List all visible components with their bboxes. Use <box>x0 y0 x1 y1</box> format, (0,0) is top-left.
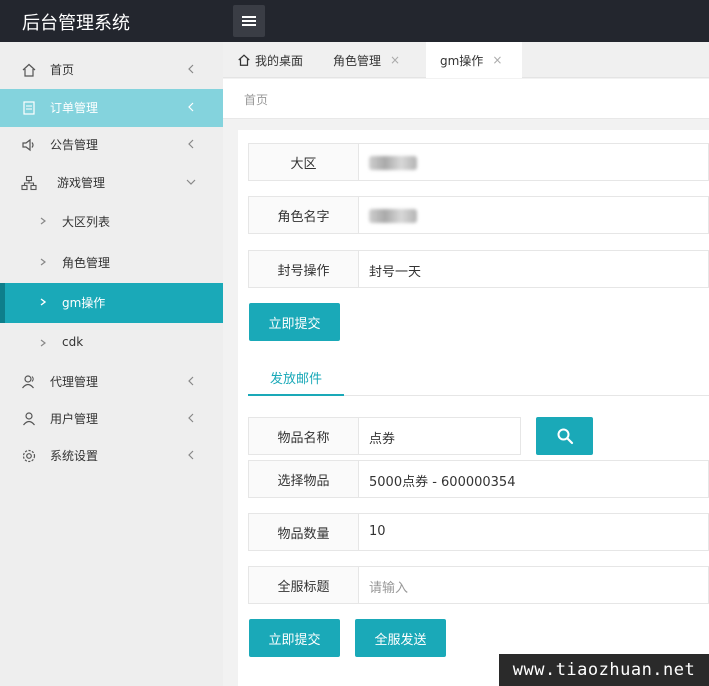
sidebar-item-home[interactable]: 首页 <box>0 51 223 89</box>
sidebar-item-label: 大区列表 <box>62 215 111 229</box>
speaker-icon <box>22 138 34 152</box>
sidebar-item-announcements[interactable]: 公告管理 <box>0 126 223 164</box>
chevron-right-icon <box>40 298 47 306</box>
server-title-field[interactable]: 全服标题 请输入 <box>248 566 709 604</box>
sitemap-icon <box>21 175 37 191</box>
search-icon <box>557 428 573 445</box>
home-icon <box>22 63 36 77</box>
field-placeholder: 请输入 <box>369 581 409 596</box>
region-field[interactable]: 大区 <box>248 143 709 181</box>
sidebar-item-orders[interactable]: 订单管理 <box>0 89 223 127</box>
users-icon <box>22 375 34 389</box>
hamburger-icon <box>242 16 256 26</box>
chevron-left-icon <box>188 102 194 112</box>
ban-operation-field[interactable]: 封号操作 封号一天 <box>248 250 709 288</box>
tab-send-mail[interactable]: 发放邮件 <box>248 360 344 396</box>
tab-label: gm操作 <box>440 53 484 68</box>
field-label: 物品名称 <box>249 418 359 454</box>
sidebar-item-label: 订单管理 <box>50 101 99 115</box>
tab-label: 我的桌面 <box>255 53 304 68</box>
watermark: www.tiaozhuan.net <box>499 654 709 686</box>
field-label: 物品数量 <box>249 514 359 550</box>
tab-my-desktop[interactable]: 我的桌面 <box>237 42 303 78</box>
sidebar-item-label: 代理管理 <box>50 375 99 389</box>
sidebar-item-agents[interactable]: 代理管理 <box>0 363 223 401</box>
role-name-field[interactable]: 角色名字 <box>248 196 709 234</box>
menu-toggle-button[interactable] <box>233 5 265 37</box>
sidebar-item-gm-operation[interactable]: gm操作 <box>0 283 223 323</box>
sidebar: 首页 订单管理 公告管理 游戏管理 大区列表 角色管理 gm操作 cdk 代理管… <box>0 42 223 686</box>
chevron-down-icon <box>186 179 196 185</box>
breadcrumb: 首页 <box>223 79 709 119</box>
tab-role-management[interactable]: 角色管理 × <box>333 42 400 78</box>
sidebar-item-game-management[interactable]: 游戏管理 <box>0 164 223 202</box>
chevron-left-icon <box>188 139 194 149</box>
close-icon[interactable]: × <box>390 53 400 67</box>
sidebar-item-role-management[interactable]: 角色管理 <box>0 244 223 282</box>
field-label: 封号操作 <box>249 251 359 287</box>
field-label: 角色名字 <box>249 197 359 233</box>
sidebar-item-cdk[interactable]: cdk <box>0 325 223 363</box>
top-header: 后台管理系统 <box>0 0 709 42</box>
item-name-field[interactable]: 物品名称 点券 <box>248 417 521 455</box>
redacted-value <box>369 156 417 170</box>
search-button[interactable] <box>536 417 593 455</box>
app-title: 后台管理系统 <box>22 13 130 34</box>
chevron-left-icon <box>188 376 194 386</box>
submit-ban-button[interactable]: 立即提交 <box>249 303 340 341</box>
sidebar-item-label: 用户管理 <box>50 412 99 426</box>
sidebar-item-label: 游戏管理 <box>57 176 106 190</box>
select-item-field[interactable]: 选择物品 5000点券 - 600000354 <box>248 460 709 498</box>
breadcrumb-home[interactable]: 首页 <box>244 91 268 108</box>
submit-mail-button[interactable]: 立即提交 <box>249 619 340 657</box>
chevron-left-icon <box>188 450 194 460</box>
sidebar-item-label: 公告管理 <box>50 138 99 152</box>
field-label: 大区 <box>249 144 359 180</box>
item-quantity-field[interactable]: 物品数量 10 <box>248 513 709 551</box>
sidebar-item-users[interactable]: 用户管理 <box>0 400 223 438</box>
tab-bar: 我的桌面 角色管理 × gm操作 × <box>223 42 709 78</box>
home-icon <box>238 54 250 66</box>
tab-gm-operation[interactable]: gm操作 × <box>426 42 522 78</box>
field-label: 全服标题 <box>249 567 359 603</box>
gear-icon <box>22 449 36 463</box>
document-icon <box>23 101 35 115</box>
field-value: 5000点券 - 600000354 <box>369 475 516 490</box>
user-icon <box>23 412 35 426</box>
field-label: 选择物品 <box>249 461 359 497</box>
field-value: 点券 <box>369 432 396 447</box>
chevron-right-icon <box>40 217 46 225</box>
chevron-left-icon <box>188 64 194 74</box>
chevron-right-icon <box>40 258 46 266</box>
broadcast-send-button[interactable]: 全服发送 <box>355 619 446 657</box>
close-icon[interactable]: × <box>492 53 502 67</box>
field-value: 封号一天 <box>369 265 422 280</box>
sidebar-item-region-list[interactable]: 大区列表 <box>0 203 223 241</box>
redacted-value <box>369 209 417 223</box>
field-value: 10 <box>369 524 386 539</box>
tab-label: 角色管理 <box>333 53 382 68</box>
sidebar-item-label: gm操作 <box>62 296 106 310</box>
sidebar-item-label: 首页 <box>50 63 75 77</box>
sidebar-item-settings[interactable]: 系统设置 <box>0 437 223 475</box>
chevron-right-icon <box>40 339 46 347</box>
sidebar-item-label: 角色管理 <box>62 256 111 270</box>
sidebar-item-label: cdk <box>62 335 84 349</box>
chevron-left-icon <box>188 413 194 423</box>
sidebar-item-label: 系统设置 <box>50 449 99 463</box>
